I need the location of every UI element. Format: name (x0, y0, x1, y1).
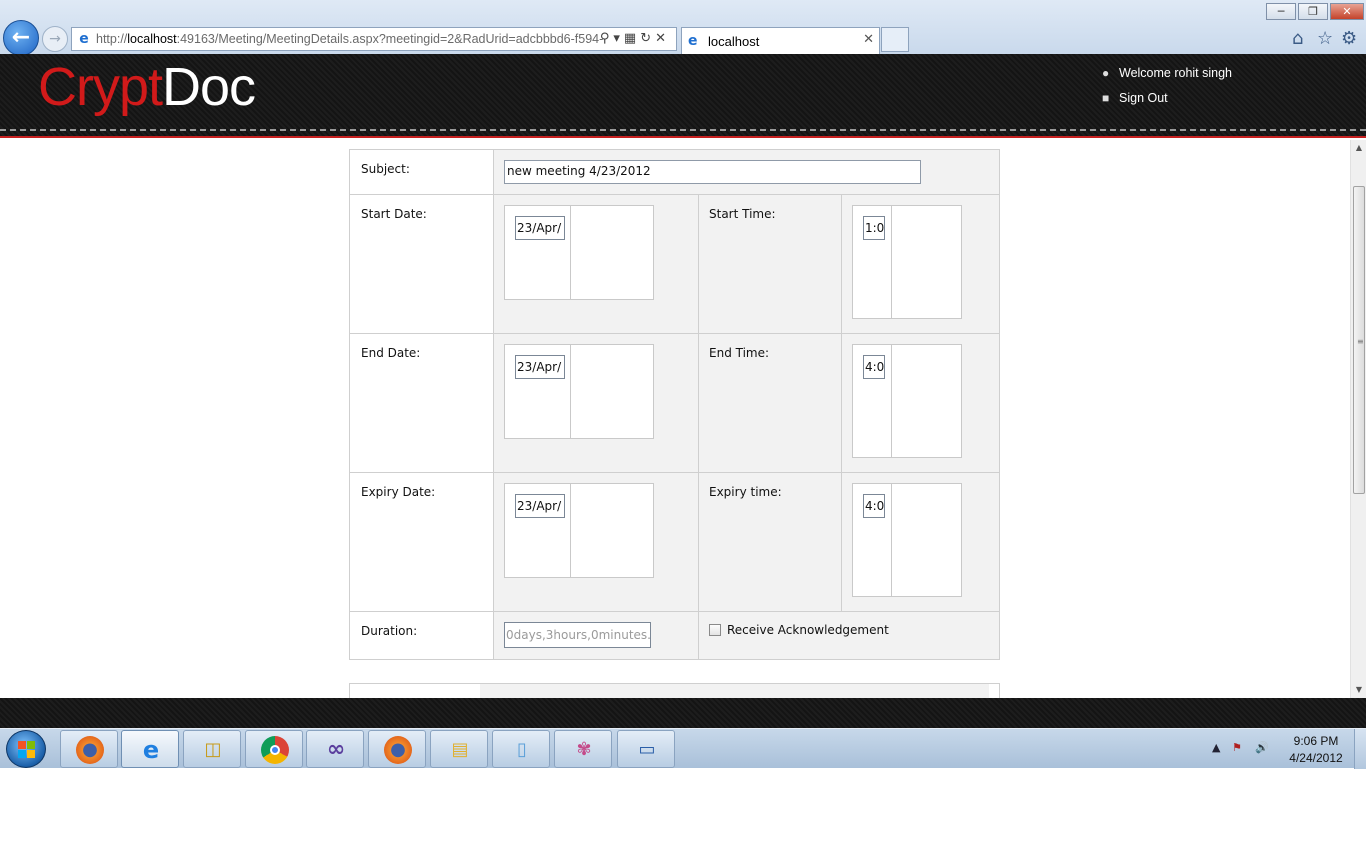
page-scrollbar[interactable]: ▲ ≡ ▼ (1350, 140, 1366, 698)
windows-taskbar: ● e ◫ ∞ ● ▤ ▯ ✾ ▭ ▲ ⚑ 🔊 9:06 PM 4/24/201… (0, 728, 1366, 769)
receive-acknowledgement-checkbox[interactable]: Receive Acknowledgement (709, 623, 989, 637)
ie-tab-icon: e (688, 33, 698, 49)
minimize-button[interactable]: ─ (1266, 3, 1296, 20)
tab-close-icon[interactable]: ✕ (863, 32, 874, 47)
end-time-picker[interactable]: 4:0 (852, 344, 962, 458)
meeting-form: Subject: new meeting 4/23/2012 Start Dat… (349, 149, 1000, 660)
expiry-time-picker[interactable]: 4:0 (852, 483, 962, 597)
clock-time[interactable]: 9:06 PM (1292, 734, 1340, 748)
stop-icon[interactable]: ✕ (655, 31, 670, 46)
favorites-star-icon[interactable]: ☆ (1317, 28, 1333, 49)
taskbar-file-explorer[interactable]: ▤ (430, 730, 488, 768)
taskbar-internet-explorer[interactable]: e (121, 730, 179, 768)
start-date-picker[interactable]: 23/Apr/ (504, 205, 654, 300)
compat-view-icon[interactable]: ▦ (624, 31, 640, 46)
expiry-date-label: Expiry Date: (349, 472, 494, 612)
scroll-down-icon[interactable]: ▼ (1351, 682, 1366, 698)
gear-icon[interactable]: ⚙ (1341, 28, 1357, 49)
home-icon[interactable]: ⌂ (1292, 28, 1303, 49)
action-center-flag-icon[interactable]: ⚑ (1232, 741, 1242, 754)
notepad-icon: ▯ (517, 739, 527, 760)
show-desktop-button[interactable] (1354, 729, 1366, 769)
cryptdoc-logo[interactable]: CryptDoc (38, 56, 256, 118)
scroll-thumb[interactable]: ≡ (1353, 186, 1365, 494)
taskbar-firefox-2[interactable]: ● (368, 730, 426, 768)
new-tab-button[interactable] (881, 27, 909, 52)
forward-button[interactable]: → (42, 26, 68, 52)
firefox-icon: ● (76, 736, 104, 764)
welcome-text: ● Welcome rohit singh (1102, 66, 1233, 80)
subject-input[interactable]: new meeting 4/23/2012 (504, 160, 921, 184)
close-window-button[interactable]: ✕ (1330, 3, 1364, 20)
end-time-label: End Time: (698, 333, 842, 473)
duration-field: 0days,3hours,0minutes. (504, 622, 651, 648)
start-date-label: Start Date: (349, 194, 494, 334)
end-date-input[interactable]: 23/Apr/ (515, 355, 565, 379)
ie-page-icon: e (79, 31, 89, 47)
tab-title: localhost (708, 34, 760, 49)
browser-tab[interactable]: e localhost ✕ (681, 27, 880, 54)
paint-icon: ✾ (576, 739, 592, 760)
show-hidden-icons-icon[interactable]: ▲ (1212, 741, 1220, 754)
start-button[interactable] (6, 730, 46, 768)
refresh-icon[interactable]: ↻ (640, 31, 655, 46)
duration-label: Duration: (349, 611, 494, 660)
internet-explorer-icon: e (142, 736, 160, 764)
firefox-icon: ● (384, 736, 412, 764)
restore-button[interactable]: ❐ (1298, 3, 1328, 20)
next-form-row-partial (349, 683, 1000, 698)
start-time-label: Start Time: (698, 194, 842, 334)
site-header: CryptDoc ● Welcome rohit singh ■ Sign Out (0, 54, 1366, 138)
end-time-input[interactable]: 4:0 (863, 355, 885, 379)
address-tools[interactable]: ⚲▾▦↻✕ (600, 31, 670, 46)
volume-icon[interactable]: 🔊 (1255, 741, 1269, 754)
clock-date[interactable]: 4/24/2012 (1288, 751, 1344, 765)
taskbar-remote-desktop[interactable]: ▭ (617, 730, 675, 768)
address-bar[interactable]: e http://localhost:49163/Meeting/Meeting… (71, 27, 677, 51)
end-date-picker[interactable]: 23/Apr/ (504, 344, 654, 439)
taskbar-chrome[interactable] (245, 730, 303, 768)
browser-chrome: ← → e http://localhost:49163/Meeting/Mee… (0, 0, 1366, 56)
subject-label: Subject: (349, 149, 494, 195)
start-time-input[interactable]: 1:0 (863, 216, 885, 240)
taskbar-paint[interactable]: ✾ (554, 730, 612, 768)
database-tools-icon: ◫ (204, 739, 222, 760)
user-icon: ● (1102, 66, 1110, 80)
unlock-icon: ■ (1102, 91, 1110, 105)
taskbar-notepad[interactable]: ▯ (492, 730, 550, 768)
header-stitch-divider (0, 129, 1366, 131)
receive-acknowledgement-label: Receive Acknowledgement (727, 623, 889, 637)
start-time-picker[interactable]: 1:0 (852, 205, 962, 319)
taskbar-firefox[interactable]: ● (60, 730, 118, 768)
expiry-time-label: Expiry time: (698, 472, 842, 612)
sign-out-link[interactable]: ■ Sign Out (1102, 91, 1168, 105)
address-url[interactable]: http://localhost:49163/Meeting/MeetingDe… (96, 32, 603, 46)
back-button[interactable]: ← (3, 20, 39, 56)
windows-logo-icon (18, 741, 36, 759)
expiry-time-input[interactable]: 4:0 (863, 494, 885, 518)
checkbox-box[interactable] (709, 624, 721, 636)
dropdown-icon[interactable]: ▾ (613, 31, 624, 46)
site-footer (0, 698, 1366, 728)
taskbar-visual-studio[interactable]: ∞ (306, 730, 364, 768)
visual-studio-icon: ∞ (326, 737, 346, 762)
file-explorer-icon: ▤ (451, 739, 469, 760)
chrome-icon (261, 736, 289, 764)
expiry-date-input[interactable]: 23/Apr/ (515, 494, 565, 518)
expiry-date-picker[interactable]: 23/Apr/ (504, 483, 654, 578)
search-icon[interactable]: ⚲ (600, 31, 614, 46)
remote-desktop-icon: ▭ (638, 739, 656, 760)
meeting-details-content: Subject: new meeting 4/23/2012 Start Dat… (0, 140, 1350, 698)
taskbar-database-tools[interactable]: ◫ (183, 730, 241, 768)
end-date-label: End Date: (349, 333, 494, 473)
scroll-up-icon[interactable]: ▲ (1351, 140, 1366, 156)
start-date-input[interactable]: 23/Apr/ (515, 216, 565, 240)
